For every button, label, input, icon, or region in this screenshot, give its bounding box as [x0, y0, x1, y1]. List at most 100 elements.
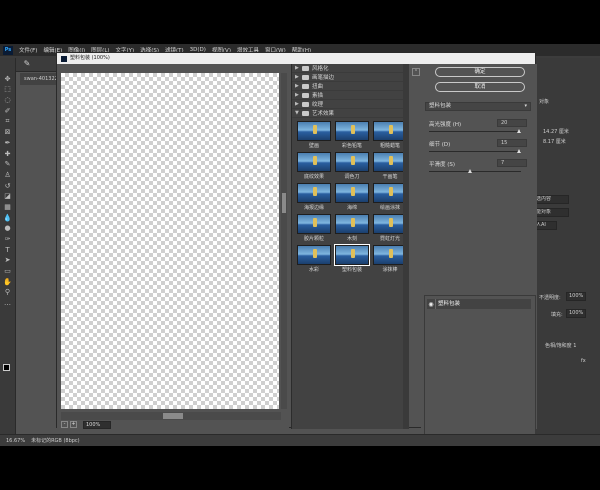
filter-preview-image [297, 214, 331, 234]
width-value: 14.27 厘米 [543, 129, 569, 135]
folder-label: 素描 [312, 93, 324, 99]
dialog-app-icon [61, 55, 67, 62]
photoshop-window: Ps 文件(F) 编辑(E) 图像(I) 图层(L) 文字(Y) 选择(S) 滤… [0, 44, 600, 446]
effect-layer-name: 塑料包装 [435, 299, 460, 309]
preview-vertical-scrollbar[interactable] [281, 73, 287, 409]
filter-thumb-watercolor[interactable]: 水彩 [296, 245, 332, 273]
filter-label: 海报边缘 [303, 205, 324, 211]
highlight-strength-input[interactable]: 20 [497, 119, 527, 127]
gallery-scrollbar[interactable] [403, 64, 409, 429]
slider-track[interactable] [429, 151, 521, 152]
folder-texture[interactable]: ▶ 纹理 [292, 100, 409, 109]
brush-tool-icon[interactable]: ✎ [3, 160, 13, 168]
zoom-out-button[interactable]: - [61, 421, 68, 428]
filter-preview-image [335, 214, 369, 234]
history-brush-tool-icon[interactable]: ↺ [3, 182, 13, 190]
highlight-strength-control: 高光强度 (H) 20 [429, 119, 529, 138]
filter-preview-image [335, 183, 369, 203]
slider-knob[interactable] [517, 129, 521, 133]
param-label: 细节 (D) [429, 142, 451, 148]
folder-icon [302, 101, 309, 107]
gradient-tool-icon[interactable]: ▦ [3, 203, 13, 211]
filter-gallery-list: ▶ 风格化 ▶ 画笔描边 ▶ 扭曲 ▶ 素描 ▶ 纹理 ▼ 艺术效果 壁画 彩色铅笔 粗糙蜡… [291, 64, 409, 429]
folder-stylize[interactable]: ▶ 风格化 [292, 64, 409, 73]
filter-thumb-fresco[interactable]: 壁画 [296, 121, 332, 149]
marquee-tool-icon[interactable]: ⬚ [3, 85, 13, 93]
filter-thumb-plastic-wrap[interactable]: 塑料包装 [334, 244, 370, 273]
zoom-in-button[interactable]: + [70, 421, 77, 428]
folder-distort[interactable]: ▶ 扭曲 [292, 82, 409, 91]
filter-thumb-palette-knife[interactable]: 调色刀 [334, 152, 370, 180]
collapse-gallery-icon[interactable]: ⌃ [412, 68, 420, 76]
stamp-tool-icon[interactable]: ♙ [3, 171, 13, 179]
blur-tool-icon[interactable]: 💧 [3, 214, 13, 222]
hand-tool-icon[interactable]: ✋ [3, 278, 13, 286]
crop-tool-icon[interactable]: ⌗ [3, 117, 13, 125]
param-label: 平滑度 (S) [429, 162, 456, 168]
slider-track[interactable] [429, 171, 521, 172]
type-tool-icon[interactable]: T [3, 246, 13, 254]
dodge-tool-icon[interactable]: ● [3, 224, 13, 232]
status-zoom: 16.67% [6, 437, 26, 444]
fx-label[interactable]: fx [581, 358, 586, 364]
more-tools-icon[interactable]: … [3, 299, 13, 307]
cancel-button[interactable]: 取消 [435, 82, 525, 92]
filter-label: 海绵 [346, 205, 357, 211]
filter-label: 塑料包装 [341, 267, 362, 273]
select-content-button[interactable]: 选内容 [533, 195, 569, 204]
move-tool-icon[interactable]: ✥ [3, 75, 13, 83]
zoom-tool-icon[interactable]: ⚲ [3, 288, 13, 296]
folder-icon [302, 65, 309, 71]
detail-control: 细节 (D) 15 [429, 139, 529, 158]
fill-label: 填充: [551, 312, 563, 318]
filter-preview-image [373, 121, 407, 141]
eyedropper-tool-icon[interactable]: ✒ [3, 139, 13, 147]
quick-select-tool-icon[interactable]: ✐ [3, 107, 13, 115]
healing-tool-icon[interactable]: ✚ [3, 150, 13, 158]
filter-thumb-cutout[interactable]: 木刻 [334, 214, 370, 242]
lasso-tool-icon[interactable]: ◌ [3, 96, 13, 104]
slider-knob[interactable] [468, 169, 473, 173]
slider-knob[interactable] [517, 149, 521, 153]
transparent-preview-canvas[interactable] [61, 73, 279, 409]
filter-preview-image [297, 121, 331, 141]
foreground-color-swatch[interactable] [3, 364, 10, 371]
properties-tab[interactable]: 对象 [539, 98, 549, 105]
folder-label: 纹理 [312, 102, 324, 108]
filter-select[interactable]: 塑料包装 ▾ [425, 102, 531, 111]
filter-thumb-colored-pencil[interactable]: 彩色铅笔 [334, 121, 370, 149]
chevron-right-icon: ▶ [295, 101, 299, 107]
opacity-field[interactable]: 100% [566, 292, 586, 301]
filter-label: 调色刀 [344, 174, 360, 180]
folder-sketch[interactable]: ▶ 素描 [292, 91, 409, 100]
horizontal-scroll-thumb[interactable] [163, 413, 183, 419]
folder-brush-strokes[interactable]: ▶ 画笔描边 [292, 73, 409, 82]
smart-object-button[interactable]: 能对象 [533, 208, 569, 217]
folder-label: 画笔描边 [312, 75, 335, 81]
detail-input[interactable]: 15 [497, 139, 527, 147]
preview-horizontal-scrollbar[interactable] [61, 412, 281, 420]
path-select-tool-icon[interactable]: ➤ [3, 256, 13, 264]
filter-thumb-film-grain[interactable]: 胶片颗粒 [296, 214, 332, 242]
shape-tool-icon[interactable]: ▭ [3, 267, 13, 275]
eraser-tool-icon[interactable]: ◪ [3, 192, 13, 200]
filter-thumb-underpainting[interactable]: 底纹效果 [296, 152, 332, 180]
smoothness-control: 平滑度 (S) 7 [429, 159, 529, 178]
frame-tool-icon[interactable]: ⊠ [3, 128, 13, 136]
menu-file[interactable]: 文件(F) [16, 46, 40, 54]
fill-field[interactable]: 100% [566, 309, 586, 318]
smoothness-input[interactable]: 7 [497, 159, 527, 167]
slider-track[interactable] [429, 131, 521, 132]
filter-thumb-sponge[interactable]: 海绵 [334, 183, 370, 211]
folder-label: 风格化 [312, 66, 329, 72]
layer-hue-saturation[interactable]: 色相/饱和度 1 [545, 342, 576, 349]
folder-artistic[interactable]: ▼ 艺术效果 [292, 109, 409, 118]
filter-thumb-poster-edges[interactable]: 海报边缘 [296, 183, 332, 211]
ok-button[interactable]: 确定 [435, 67, 525, 77]
effect-layer-row[interactable]: ◉ 塑料包装 [427, 299, 531, 309]
brush-preset-icon[interactable]: ✎ [22, 59, 32, 69]
vertical-scroll-thumb[interactable] [282, 193, 286, 213]
pen-tool-icon[interactable]: ✑ [3, 235, 13, 243]
eye-icon[interactable]: ◉ [427, 301, 435, 308]
zoom-select[interactable]: 100% [83, 420, 112, 429]
